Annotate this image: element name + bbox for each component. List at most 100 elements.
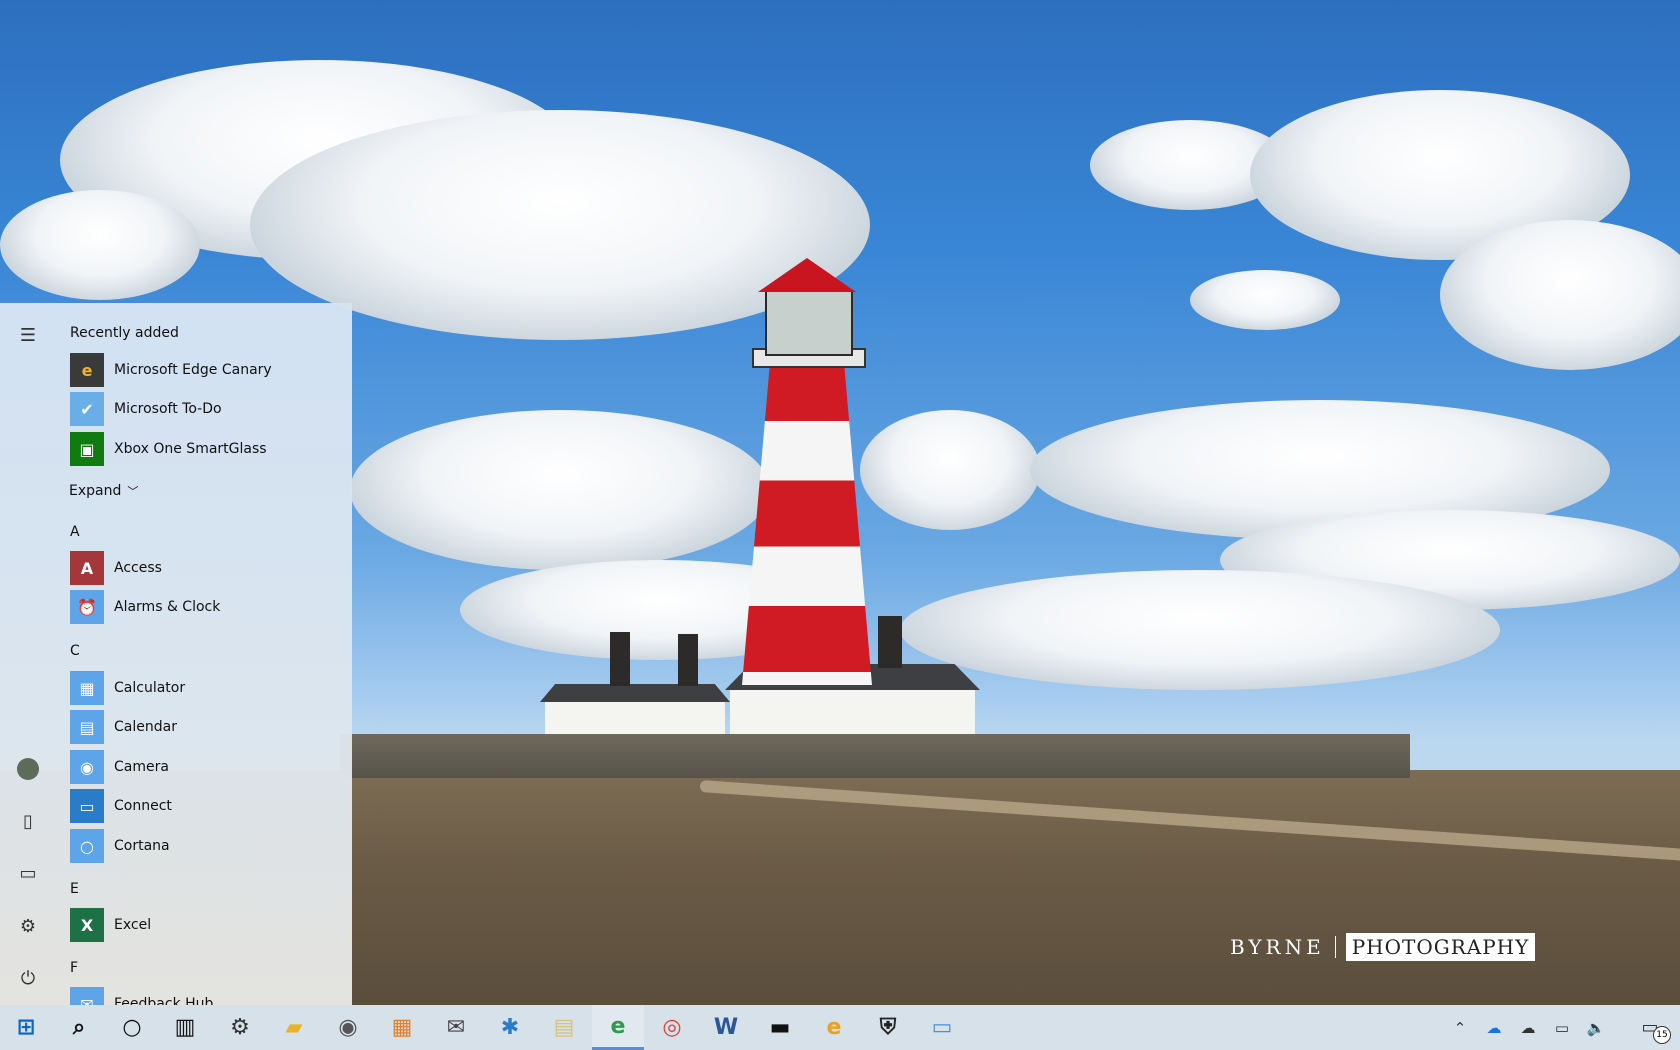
chimney (878, 616, 902, 668)
hamburger-icon: ☰ (19, 324, 37, 346)
tray-volume-button[interactable]: 🔈 (1580, 1005, 1612, 1050)
app-item-cortana[interactable]: ○ Cortana (70, 828, 170, 864)
network-icon: ▭ (1554, 1018, 1570, 1037)
app-item-microsoft-to-do[interactable]: ✔ Microsoft To-Do (70, 391, 222, 427)
lighthouse-lantern (765, 290, 853, 356)
letter-header-e[interactable]: E (70, 881, 79, 897)
taskbar-edge-canary-button[interactable]: e (808, 1005, 860, 1050)
app-item-calendar[interactable]: ▤ Calendar (70, 709, 177, 745)
start-menu-rail: ☰ ▯ ▭ ⚙ ⏻ (0, 303, 56, 1005)
notepad-icon: ▤ (553, 1015, 575, 1040)
network-app-icon: ✱ (500, 1015, 520, 1040)
user-avatar-icon (17, 758, 39, 780)
task-view-icon: ▥ (174, 1015, 196, 1040)
app-label: Calendar (114, 719, 177, 735)
picture-icon: ▭ (19, 862, 37, 884)
taskbar: ⊞ ⌕ ○ ▥ ⚙ ▰ ◉ ▦ ✉ ✱ ▤ e ◎ W ▬ e ⛨ ▭ ⌃ ☁ ☁ ▭ 🔈 ▭ 15 (0, 1005, 1680, 1050)
app-item-feedback-hub[interactable]: ✉ Feedback Hub (70, 986, 213, 1005)
edge-dev-icon: e (610, 1013, 626, 1039)
settings-button[interactable]: ⚙ (8, 906, 48, 946)
gear-icon: ⚙ (19, 915, 37, 937)
watermark-separator (1334, 936, 1336, 958)
app-item-xbox-one-smartglass[interactable]: ▣ Xbox One SmartGlass (70, 431, 267, 467)
watermark-left-text: BYRNE (1230, 935, 1325, 959)
taskbar-chrome-button[interactable]: ◎ (646, 1005, 698, 1050)
app-label: Calculator (114, 680, 186, 696)
tray-network-button[interactable]: ▭ (1546, 1005, 1578, 1050)
taskbar-word-button[interactable]: W (700, 1005, 752, 1050)
edge-canary-icon: e (70, 353, 104, 387)
documents-button[interactable]: ▯ (8, 801, 48, 841)
chimney (610, 632, 630, 686)
taskbar-file-explorer-button[interactable]: ▰ (268, 1005, 320, 1050)
hamburger-menu-button[interactable]: ☰ (8, 315, 48, 355)
taskbar-task-view-button[interactable]: ▥ (159, 1005, 211, 1050)
chevron-down-icon: ﹀ (127, 485, 139, 498)
app-label: Camera (114, 759, 169, 775)
excel-icon: X (70, 908, 104, 942)
file-explorer-icon: ▰ (285, 1015, 303, 1040)
lighthouse-tower (742, 355, 872, 685)
letter-header-a[interactable]: A (70, 524, 80, 540)
app-label: Connect (114, 798, 172, 814)
cottage-roof (540, 684, 730, 702)
power-icon: ⏻ (20, 967, 36, 989)
camera-icon: ◉ (338, 1015, 358, 1040)
camera-icon: ◉ (70, 750, 104, 784)
pictures-button[interactable]: ▭ (8, 853, 48, 893)
notification-count-badge: 15 (1653, 1026, 1671, 1044)
power-button[interactable]: ⏻ (8, 958, 48, 998)
access-icon: A (70, 551, 104, 585)
taskbar-camera-button[interactable]: ◉ (322, 1005, 374, 1050)
app-label: Access (114, 560, 162, 576)
expand-button[interactable]: Expand ﹀ (69, 483, 138, 499)
tray-show-hidden-icons-button[interactable]: ⌃ (1444, 1005, 1476, 1050)
start-icon: ⊞ (16, 1015, 36, 1040)
app-item-access[interactable]: A Access (70, 550, 162, 586)
taskbar-network-app-button[interactable]: ✱ (484, 1005, 536, 1050)
volume-icon: 🔈 (1586, 1018, 1606, 1037)
search-icon: ⌕ (72, 1015, 86, 1040)
windows-security-icon: ⛨ (879, 1015, 897, 1040)
app-item-microsoft-edge-canary[interactable]: e Microsoft Edge Canary (70, 352, 272, 388)
taskbar-edge-dev-button[interactable]: e (592, 1005, 644, 1050)
letter-header-f[interactable]: F (70, 960, 78, 976)
connect-icon: ▭ (70, 789, 104, 823)
taskbar-windows-security-button[interactable]: ⛨ (862, 1005, 914, 1050)
app-item-connect[interactable]: ▭ Connect (70, 788, 172, 824)
letter-header-c[interactable]: C (70, 643, 80, 659)
word-icon: W (713, 1015, 739, 1040)
app-item-alarms-clock[interactable]: ⏰ Alarms & Clock (70, 589, 220, 625)
taskbar-settings-button[interactable]: ⚙ (214, 1005, 266, 1050)
app-label: Excel (114, 917, 152, 933)
app-label: Microsoft Edge Canary (114, 362, 272, 378)
todo-icon: ✔ (70, 392, 104, 426)
action-center-button[interactable]: ▭ 15 (1628, 1005, 1672, 1050)
chrome-icon: ◎ (662, 1015, 682, 1040)
taskbar-terminal-button[interactable]: ▬ (754, 1005, 806, 1050)
taskbar-cortana-button[interactable]: ○ (106, 1005, 158, 1050)
xbox-icon: ▣ (70, 432, 104, 466)
settings-icon: ⚙ (230, 1015, 250, 1040)
cloud (1190, 270, 1340, 330)
taskbar-search-button[interactable]: ⌕ (53, 1005, 105, 1050)
tray-onedrive-blue-button[interactable]: ☁ (1478, 1005, 1510, 1050)
mail-icon: ✉ (446, 1015, 466, 1040)
user-account-button[interactable] (8, 749, 48, 789)
taskbar-store-button[interactable]: ▦ (376, 1005, 428, 1050)
app-item-excel[interactable]: X Excel (70, 907, 151, 943)
app-label: Feedback Hub (114, 996, 214, 1005)
taskbar-notepad-button[interactable]: ▤ (538, 1005, 590, 1050)
recently-added-header: Recently added (70, 325, 179, 341)
app-label: Microsoft To-Do (114, 401, 222, 417)
onedrive-blue-icon: ☁ (1486, 1018, 1502, 1037)
app-item-calculator[interactable]: ▦ Calculator (70, 670, 185, 706)
tray-onedrive-button[interactable]: ☁ (1512, 1005, 1544, 1050)
taskbar-remote-desktop-button[interactable]: ▭ (916, 1005, 968, 1050)
taskbar-mail-button[interactable]: ✉ (430, 1005, 482, 1050)
app-item-camera[interactable]: ◉ Camera (70, 749, 169, 785)
cloud (900, 570, 1500, 690)
taskbar-start-button[interactable]: ⊞ (0, 1005, 52, 1050)
photographer-watermark: BYRNE PHOTOGRAPHY (1230, 933, 1536, 961)
cloud (1440, 220, 1680, 370)
